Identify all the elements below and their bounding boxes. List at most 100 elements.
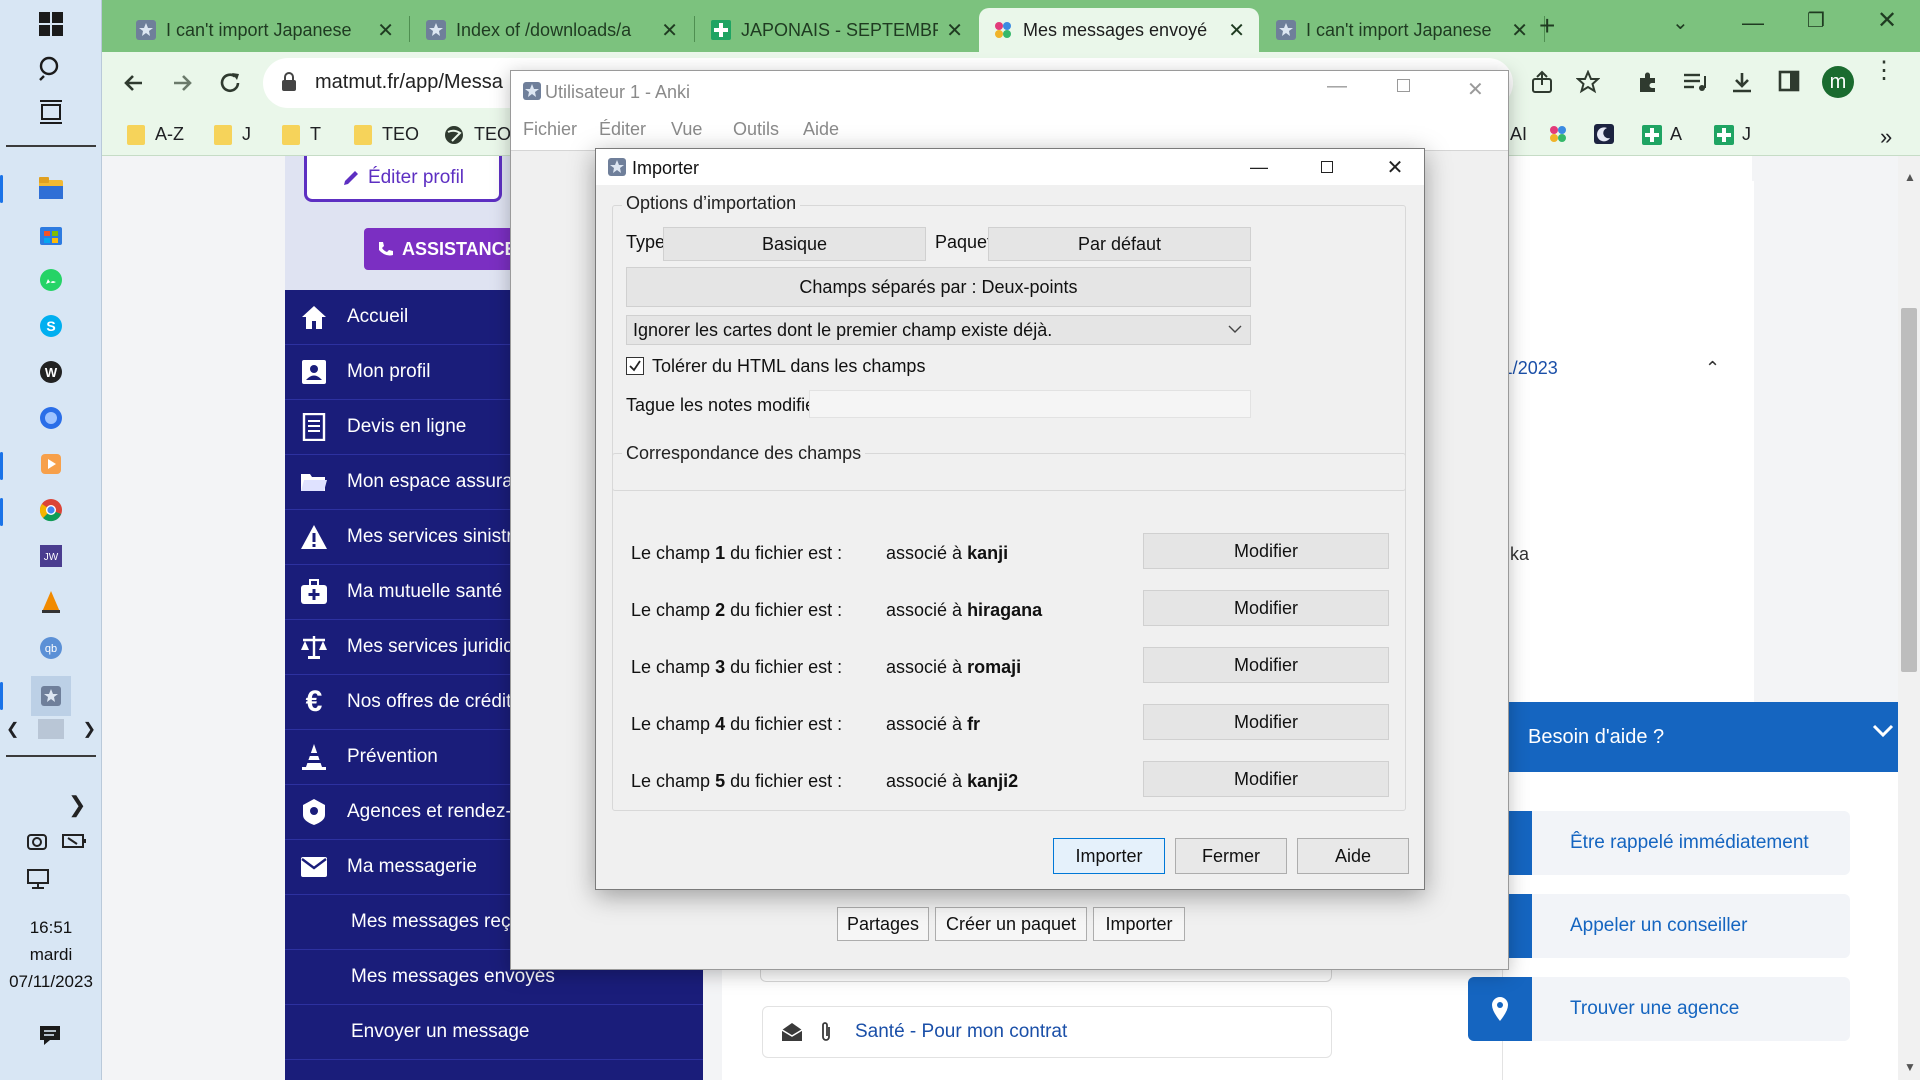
clock-date[interactable]: 07/11/2023 xyxy=(0,972,102,992)
importer-close-icon[interactable]: ✕ xyxy=(1372,149,1418,185)
scroll-thumb[interactable] xyxy=(38,719,64,739)
create-deck-button[interactable]: Créer un paquet xyxy=(935,907,1087,941)
extensions-icon[interactable] xyxy=(1636,70,1660,94)
help-button[interactable]: Aide xyxy=(1297,838,1409,874)
call-advisor-button[interactable]: Appeler un conseiller xyxy=(1468,894,1850,958)
battery-icon[interactable] xyxy=(62,832,88,850)
modify-field-2-button[interactable]: Modifier xyxy=(1143,590,1389,626)
page-scrollbar[interactable]: ▲ ▼ xyxy=(1898,156,1920,1080)
bookmark-link[interactable] xyxy=(1594,124,1614,144)
jw-icon[interactable]: JW xyxy=(31,536,71,576)
clock-day[interactable]: mardi xyxy=(0,945,102,965)
tab-3[interactable]: JAPONAIS - SEPTEMBRE ✕ xyxy=(697,8,977,52)
scroll-thumb[interactable] xyxy=(1901,308,1917,672)
menu-outils[interactable]: Outils xyxy=(733,119,779,140)
tab-search-icon[interactable]: ⌄ xyxy=(1672,10,1689,35)
tab-close-icon[interactable]: ✕ xyxy=(1511,18,1528,43)
assistance-button[interactable]: ASSISTANCE xyxy=(364,228,517,270)
anki-taskbar-icon[interactable] xyxy=(31,676,71,716)
windows-start-icon[interactable] xyxy=(31,4,71,44)
taskbar-scroll[interactable]: ❮ ❯ xyxy=(6,718,96,740)
file-explorer-icon[interactable] xyxy=(31,168,71,208)
bookmark-folder[interactable]: TEO xyxy=(354,124,419,145)
modify-field-1-button[interactable]: Modifier xyxy=(1143,533,1389,569)
window-restore-icon[interactable]: ❐ xyxy=(1807,8,1825,33)
scroll-up-icon[interactable]: ▲ xyxy=(1904,170,1916,184)
share-icon[interactable] xyxy=(1530,70,1554,94)
allow-html-label[interactable]: Tolérer du HTML dans les champs xyxy=(652,356,925,377)
window-close-icon[interactable]: ✕ xyxy=(1877,6,1897,35)
bookmark-link[interactable]: TEO xyxy=(444,124,511,145)
collapse-icon[interactable]: ⌃ xyxy=(1705,358,1720,379)
network-icon[interactable] xyxy=(26,868,50,890)
qbittorrent-icon[interactable]: qb xyxy=(31,628,71,668)
forward-icon[interactable] xyxy=(164,65,200,101)
bookmark-folder[interactable]: J xyxy=(214,124,251,145)
tab-close-icon[interactable]: ✕ xyxy=(1228,18,1245,43)
import-file-button[interactable]: Importer xyxy=(1093,907,1185,941)
tab-1[interactable]: I can't import Japanese ✕ xyxy=(122,8,408,52)
field-separator-button[interactable]: Champs séparés par : Deux-points xyxy=(626,267,1251,307)
skype-icon[interactable]: S xyxy=(31,306,71,346)
modify-field-5-button[interactable]: Modifier xyxy=(1143,761,1389,797)
scroll-right-icon[interactable]: ❯ xyxy=(83,719,96,739)
tab-close-icon[interactable]: ✕ xyxy=(946,18,963,43)
tab-5[interactable]: I can't import Japanese ✕ xyxy=(1262,8,1542,52)
bookmark-link[interactable]: J xyxy=(1714,124,1751,145)
tab-4-active[interactable]: Mes messages envoyé ✕ xyxy=(979,8,1259,52)
lock-icon[interactable] xyxy=(281,72,297,92)
chrome-menu-icon[interactable]: ⋮ xyxy=(1872,59,1896,83)
duplicate-handling-select[interactable]: Ignorer les cartes dont le premier champ… xyxy=(626,315,1251,345)
tab-close-icon[interactable]: ✕ xyxy=(661,18,678,43)
menu-fichier[interactable]: Fichier xyxy=(523,119,577,140)
url-text[interactable]: matmut.fr/app/Messa xyxy=(315,71,503,94)
import-button[interactable]: Importer xyxy=(1053,838,1165,874)
task-view-icon[interactable] xyxy=(31,92,71,132)
menu-editer[interactable]: Éditer xyxy=(599,119,646,140)
anki-maximize-icon[interactable] xyxy=(1397,79,1410,92)
reload-icon[interactable] xyxy=(212,65,248,101)
vlc-icon[interactable] xyxy=(31,582,71,622)
media-player-icon[interactable] xyxy=(31,444,71,484)
modify-field-4-button[interactable]: Modifier xyxy=(1143,704,1389,740)
sidebar-subitem-send[interactable]: Envoyer un message xyxy=(285,1005,703,1060)
shared-decks-button[interactable]: Partages xyxy=(837,907,929,941)
show-hidden-icons-icon[interactable]: ❯ xyxy=(68,792,86,818)
close-button[interactable]: Fermer xyxy=(1175,838,1287,874)
anki-minimize-icon[interactable]: — xyxy=(1327,75,1347,98)
new-tab-icon[interactable]: + xyxy=(1539,10,1555,42)
chrome-icon[interactable] xyxy=(31,490,71,530)
menu-vue[interactable]: Vue xyxy=(671,119,702,140)
deck-select-button[interactable]: Par défaut xyxy=(988,227,1251,261)
message-row[interactable]: Santé - Pour mon contrat xyxy=(762,1006,1332,1058)
message-subject[interactable]: Santé - Pour mon contrat xyxy=(855,1021,1067,1043)
media-control-icon[interactable] xyxy=(1682,70,1708,94)
bookmark-link[interactable]: A xyxy=(1642,124,1682,145)
modify-field-3-button[interactable]: Modifier xyxy=(1143,647,1389,683)
importer-minimize-icon[interactable]: — xyxy=(1236,149,1282,185)
tab-2[interactable]: Index of /downloads/a ✕ xyxy=(412,8,692,52)
whatsapp-icon[interactable] xyxy=(31,260,71,300)
bookmark-link[interactable] xyxy=(1548,124,1568,144)
clock-time[interactable]: 16:51 xyxy=(0,918,102,938)
profile-avatar[interactable]: m xyxy=(1822,66,1854,98)
bookmark-folder[interactable]: T xyxy=(282,124,321,145)
back-icon[interactable] xyxy=(116,65,152,101)
scroll-down-icon[interactable]: ▼ xyxy=(1904,1060,1916,1074)
tag-input[interactable] xyxy=(809,390,1251,418)
download-icon[interactable] xyxy=(1730,70,1754,94)
callback-button[interactable]: Être rappelé immédiatement xyxy=(1468,811,1850,875)
search-icon[interactable] xyxy=(31,48,71,88)
notification-center-icon[interactable] xyxy=(38,1024,62,1046)
anki-close-icon[interactable]: ✕ xyxy=(1467,77,1484,102)
window-minimize-icon[interactable]: — xyxy=(1742,10,1764,36)
chevron-down-icon[interactable] xyxy=(1872,724,1894,738)
app-w-icon[interactable]: W xyxy=(31,352,71,392)
side-panel-icon[interactable] xyxy=(1778,70,1800,92)
menu-aide[interactable]: Aide xyxy=(803,119,839,140)
allow-html-checkbox[interactable] xyxy=(626,357,644,375)
bookmark-link[interactable]: AI xyxy=(1510,124,1527,145)
more-bookmarks-icon[interactable]: » xyxy=(1880,124,1892,150)
type-select-button[interactable]: Basique xyxy=(663,227,926,261)
bookmark-folder[interactable]: A-Z xyxy=(127,124,184,145)
